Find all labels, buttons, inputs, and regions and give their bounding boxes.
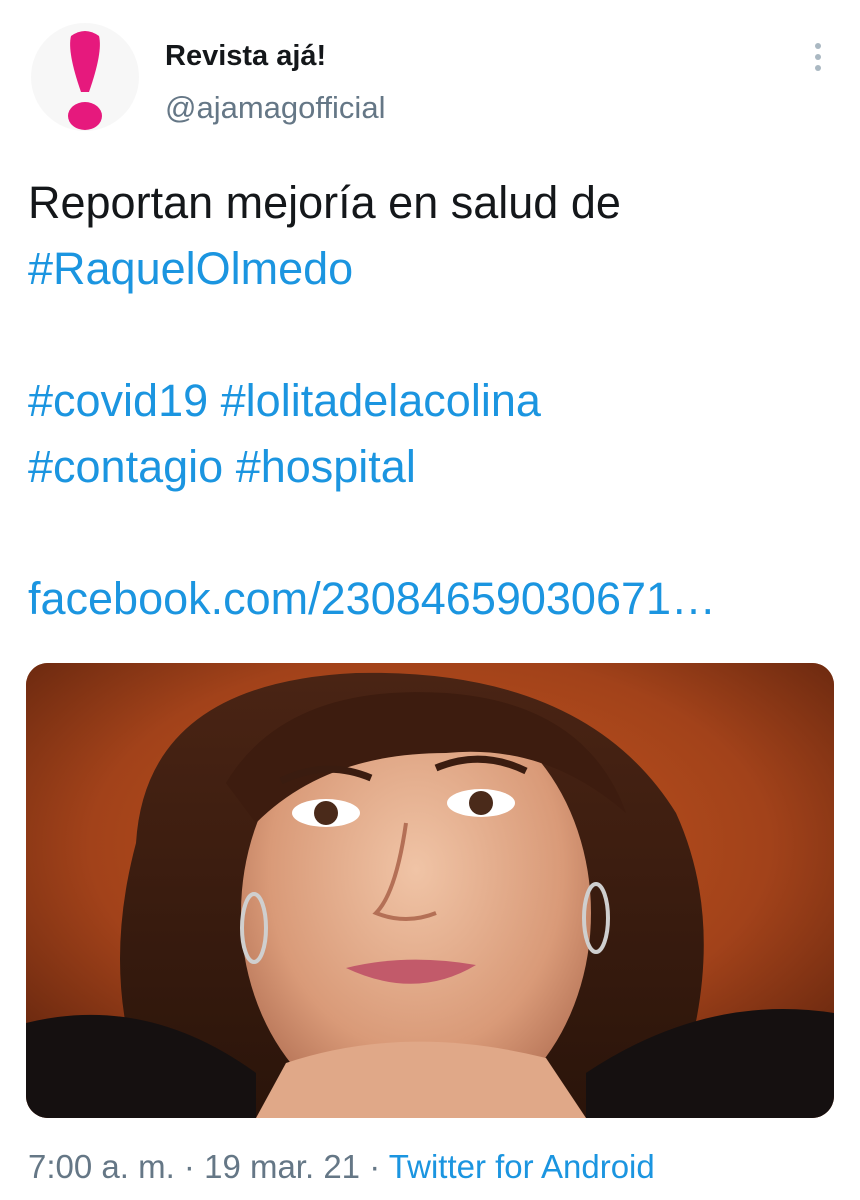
more-vertical-icon[interactable] xyxy=(800,38,836,78)
meta-separator: · xyxy=(183,1148,195,1185)
user-handle[interactable]: @ajamagofficial xyxy=(165,90,385,126)
tweet-media-image[interactable] xyxy=(26,663,834,1118)
tweet-text: Reportan mejoría en salud de #RaquelOlme… xyxy=(28,170,843,632)
hashtag-link[interactable]: #hospital xyxy=(236,441,416,492)
tweet-text-line: Reportan mejoría en salud de xyxy=(28,177,621,228)
external-link[interactable]: facebook.com/23084659030671… xyxy=(28,573,716,624)
hashtag-link[interactable]: #RaquelOlmedo xyxy=(28,243,353,294)
display-name[interactable]: Revista ajá! xyxy=(165,40,326,73)
hashtag-link[interactable]: #contagio xyxy=(28,441,223,492)
meta-separator: · xyxy=(369,1148,381,1185)
hashtag-link[interactable]: #covid19 xyxy=(28,375,208,426)
hashtag-link[interactable]: #lolitadelacolina xyxy=(221,375,541,426)
portrait-photo xyxy=(26,663,834,1118)
tweet-source[interactable]: Twitter for Android xyxy=(389,1148,655,1185)
tweet-time[interactable]: 7:00 a. m. xyxy=(28,1148,175,1185)
tweet-date[interactable]: 19 mar. 21 xyxy=(204,1148,360,1185)
tweet-meta: 7:00 a. m. · 19 mar. 21 · Twitter for An… xyxy=(28,1148,655,1186)
avatar[interactable] xyxy=(30,22,140,142)
exclamation-logo-icon xyxy=(31,23,139,131)
